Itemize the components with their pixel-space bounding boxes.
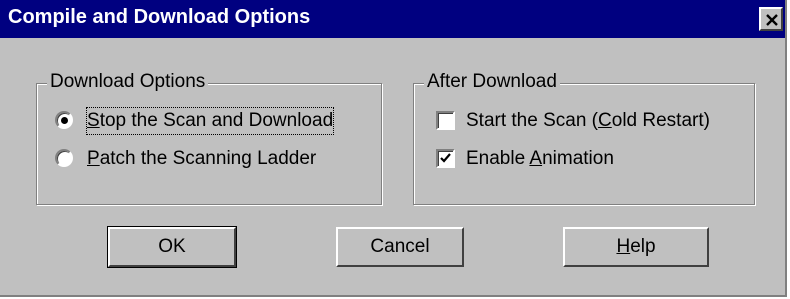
stop-scan-label: Stop the Scan and Download <box>85 107 335 135</box>
after-download-label: After Download <box>424 71 560 93</box>
checkbox-start-scan[interactable] <box>436 111 455 130</box>
close-button[interactable] <box>759 7 783 31</box>
title-bar[interactable]: Compile and Download Options <box>0 0 785 38</box>
radio-selected-dot <box>61 117 68 124</box>
radio-stop-scan-and-download[interactable]: Stop the Scan and Download <box>55 107 375 135</box>
radio-button-patch-ladder[interactable] <box>55 149 73 167</box>
download-options-group: Download Options Stop the Scan and Downl… <box>36 71 382 205</box>
after-download-group: After Download Start the Scan (Cold Rest… <box>413 71 755 205</box>
download-options-label: Download Options <box>47 71 209 93</box>
checkbox-animation[interactable] <box>436 149 455 168</box>
cancel-button[interactable]: Cancel <box>336 227 464 267</box>
help-button[interactable]: Help <box>563 227 709 267</box>
radio-button-stop-scan[interactable] <box>55 111 73 129</box>
ok-button[interactable]: OK <box>107 226 237 268</box>
radio-patch-scanning-ladder[interactable]: Patch the Scanning Ladder <box>55 146 375 172</box>
start-scan-label: Start the Scan (Cold Restart) <box>466 110 710 131</box>
check-mark-icon <box>440 153 451 163</box>
enable-animation-label: Enable Animation <box>466 148 614 169</box>
checkbox-enable-animation[interactable]: Enable Animation <box>434 146 752 172</box>
checkbox-start-scan-cold-restart[interactable]: Start the Scan (Cold Restart) <box>434 108 752 134</box>
patch-ladder-label: Patch the Scanning Ladder <box>87 148 317 169</box>
window-title: Compile and Download Options <box>8 6 311 28</box>
close-icon <box>766 14 778 26</box>
compile-download-dialog: Compile and Download Options Download Op… <box>0 0 787 297</box>
